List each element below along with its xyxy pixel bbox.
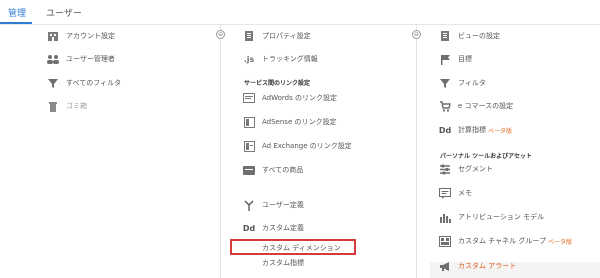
filter-icon [46, 77, 60, 89]
adwords-icon [242, 92, 256, 104]
item-label: トラッキング情報 [262, 55, 318, 63]
item-label: すべてのフィルタ [66, 79, 122, 87]
service-links-heading: サービス間のリンク設定 [244, 80, 311, 87]
tab-user[interactable]: ユーザー [46, 6, 82, 19]
adexchange-link-item[interactable]: Ad Exchange のリンク設定 [242, 139, 352, 153]
segment-icon [438, 163, 452, 175]
custom-channel-groups-item[interactable]: カスタム チャネル グループ ベータ版 [438, 234, 572, 248]
calculated-metrics-item[interactable]: Dd 計算指標 ベータ版 [438, 123, 512, 137]
item-label: フィルタ [458, 79, 486, 87]
active-tab-indicator [0, 22, 32, 24]
admin-tabs: 管理 ユーザー [0, 0, 600, 25]
adexchange-icon [242, 140, 256, 152]
memo-icon [438, 187, 452, 199]
segments-item[interactable]: セグメント [438, 162, 493, 176]
column-separator [416, 24, 417, 278]
custom-alerts-item[interactable]: カスタム アラート [438, 259, 516, 273]
document-icon [438, 30, 452, 42]
trash-item[interactable]: ゴミ箱 [46, 99, 87, 113]
all-products-item[interactable]: すべての商品 [242, 163, 303, 177]
item-label: カスタム アラート [458, 262, 517, 270]
user-management-item[interactable]: ユーザー管理者 [46, 52, 115, 66]
item-label: ユーザー定義 [262, 201, 304, 209]
users-icon [46, 53, 60, 65]
dd-icon: Dd [438, 125, 452, 135]
building-icon [46, 30, 60, 42]
attribution-models-item[interactable]: アトリビューション モデル [438, 210, 544, 224]
item-label: ゴミ箱 [66, 102, 87, 110]
bar-chart-icon [438, 211, 452, 223]
item-label: ビューの設定 [458, 32, 500, 40]
tracking-info-item[interactable]: .js トラッキング情報 [242, 52, 318, 66]
item-label: e コマースの設定 [458, 102, 514, 110]
tab-admin[interactable]: 管理 [8, 6, 26, 19]
all-filters-item[interactable]: すべてのフィルタ [46, 76, 121, 90]
item-label: プロパティ設定 [262, 32, 311, 40]
item-label: AdSense のリンク設定 [262, 118, 337, 126]
beta-badge: ベータ版 [488, 127, 513, 135]
adsense-icon [242, 116, 256, 128]
megaphone-icon [438, 260, 452, 272]
flag-icon [438, 53, 452, 65]
item-label: Ad Exchange のリンク設定 [262, 142, 352, 150]
dd-icon: Dd [242, 223, 256, 233]
ecommerce-settings-item[interactable]: e コマースの設定 [438, 99, 513, 113]
view-settings-item[interactable]: ビューの設定 [438, 29, 500, 43]
personal-tools-heading: パーソナル ツールおよびアセット [440, 153, 532, 160]
fork-icon [242, 199, 256, 211]
column-toggle-icon[interactable]: ⊖ [412, 30, 421, 39]
item-label: セグメント [458, 165, 493, 173]
item-label: アトリビューション モデル [458, 213, 545, 221]
highlight-box [230, 239, 356, 255]
custom-metrics-link[interactable]: カスタム指標 [262, 258, 304, 268]
view-filters-item[interactable]: フィルタ [438, 76, 486, 90]
item-label: 目標 [458, 55, 472, 63]
item-label: 計算指標 [458, 126, 486, 134]
filter-icon [438, 77, 452, 89]
user-definitions-item[interactable]: ユーザー定義 [242, 198, 304, 212]
column-separator [220, 24, 221, 278]
adsense-link-item[interactable]: AdSense のリンク設定 [242, 115, 336, 129]
item-label: カスタム チャネル グループ [458, 237, 546, 245]
item-label: メモ [458, 189, 472, 197]
property-settings-item[interactable]: プロパティ設定 [242, 29, 311, 43]
goals-item[interactable]: 目標 [438, 52, 472, 66]
document-icon [242, 30, 256, 42]
item-label: カスタム定義 [262, 224, 304, 232]
memos-item[interactable]: メモ [438, 186, 472, 200]
cart-icon [438, 100, 452, 112]
item-label: AdWords のリンク設定 [262, 94, 337, 102]
products-icon [242, 164, 256, 176]
item-label: ユーザー管理者 [66, 55, 115, 63]
js-icon: .js [243, 54, 255, 64]
item-label: アカウント設定 [66, 32, 115, 40]
column-toggle-icon[interactable]: ⊖ [216, 30, 225, 39]
item-label: すべての商品 [262, 166, 304, 174]
custom-definitions-item[interactable]: Dd カスタム定義 [242, 221, 304, 235]
adwords-link-item[interactable]: AdWords のリンク設定 [242, 91, 337, 105]
account-settings-item[interactable]: アカウント設定 [46, 29, 115, 43]
trash-icon [46, 100, 60, 112]
beta-badge: ベータ版 [547, 238, 572, 246]
channel-icon [438, 235, 452, 247]
